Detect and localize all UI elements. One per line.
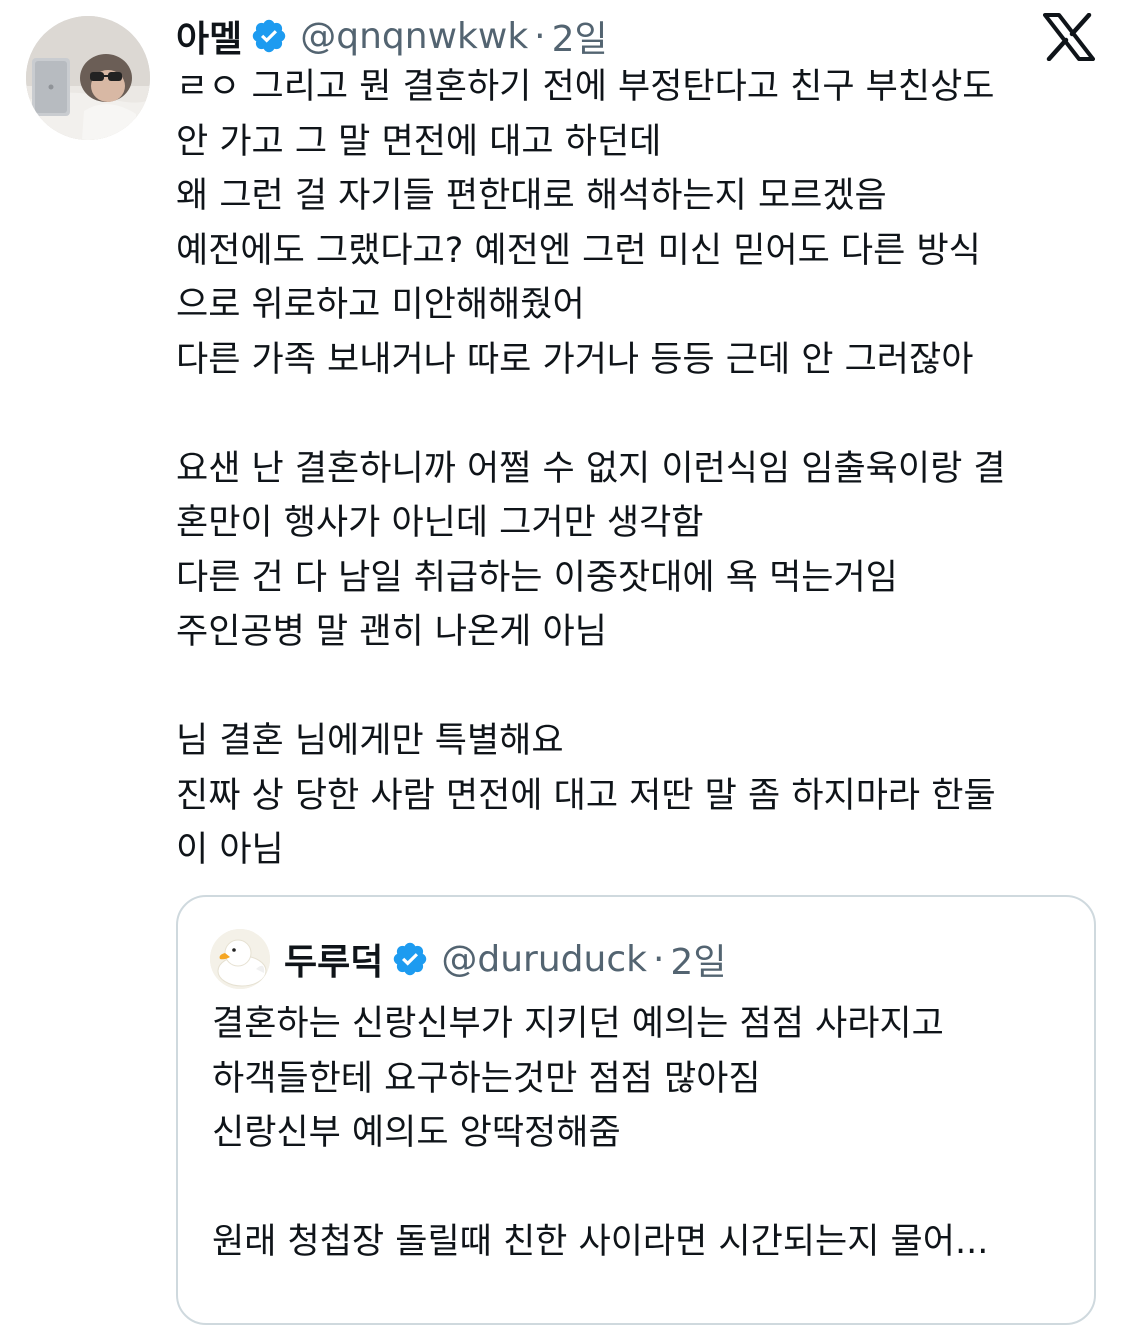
meta-separator: · (652, 938, 665, 980)
quoted-tweet-text: 결혼하는 신랑신부가 지키던 예의는 점점 사라지고 하객들한테 요구하는것만 … (212, 997, 1072, 1270)
quoted-tweet-card[interactable]: 두루덕 @duruduck · 2일 결혼하는 신랑신부가 지키던 예의는 점점… (176, 895, 1096, 1325)
tweet-text-line: ㄹㅇ 그리고 뭔 결혼하기 전에 부정탄다고 친구 부친상도 (176, 67, 995, 107)
x-logo-icon (1043, 12, 1095, 62)
quoted-text-line: 신랑신부 예의도 앙딱정해줌 (212, 1113, 621, 1153)
quoted-text-line: 원래 청첩장 돌릴때 친한 사이라면 시간되는지 물어... (212, 1222, 989, 1262)
quoted-text-line: 하객들한테 요구하는것만 점점 많아짐 (212, 1058, 761, 1099)
tweet-text-line: 진짜 상 당한 사람 면전에 대고 저딴 말 좀 하지마라 한둘 (176, 775, 996, 816)
verified-badge-icon (391, 940, 429, 978)
tweet-header: 아멜 @qnqnwkwk · 2일 (176, 8, 608, 64)
author-name[interactable]: 아멜 (176, 10, 242, 62)
quoted-text-line: 결혼하는 신랑신부가 지키던 예의는 점점 사라지고 (212, 1004, 944, 1044)
quoted-text-line (212, 1161, 1072, 1216)
tweet-timestamp[interactable]: 2일 (552, 10, 608, 62)
author-avatar[interactable] (26, 16, 150, 140)
tweet-text: ㄹㅇ 그리고 뭔 결혼하기 전에 부정탄다고 친구 부친상도 안 가고 그 말 … (176, 60, 1101, 878)
tweet-text-line: 다른 가족 보내거나 따로 가거나 등등 근데 안 그러잖아 (176, 339, 974, 380)
tweet-text-line: 왜 그런 걸 자기들 편한대로 해석하는지 모르겠음 (176, 176, 887, 216)
tweet-text-line: 님 결혼 님에게만 특별해요 (176, 721, 564, 761)
quoted-author-name[interactable]: 두루덕 (284, 933, 383, 985)
verified-badge-icon (250, 17, 288, 55)
tweet-text-line: 혼만이 행사가 아닌데 그거만 생각함 (176, 503, 704, 543)
meta-separator: · (534, 15, 546, 57)
tweet-text-line: 다른 건 다 남일 취급하는 이중잣대에 욕 먹는거임 (176, 557, 898, 598)
quoted-author-avatar[interactable] (210, 929, 270, 989)
tweet-text-line: 이 아님 (176, 830, 284, 870)
avatar-photo (26, 16, 150, 140)
tweet-text-line: 주인공병 말 괜히 나온게 아님 (176, 612, 607, 652)
tweet-text-line (176, 387, 1101, 442)
tweet-text-line (176, 660, 1101, 715)
quoted-author-handle[interactable]: @duruduck (441, 939, 647, 980)
quoted-tweet-header: 두루덕 @duruduck · 2일 (210, 929, 726, 989)
tweet-text-line: 예전에도 그랬다고? 예전엔 그런 미신 믿어도 다른 방식 (176, 230, 981, 271)
duck-icon (210, 929, 270, 989)
tweet-text-line: 으로 위로하고 미안해해줬어 (176, 285, 585, 325)
tweet-text-line: 요샌 난 결혼하니까 어쩔 수 없지 이런식임 임출육이랑 결 (176, 448, 1006, 489)
tweet-text-line: 안 가고 그 말 면전에 대고 하던데 (176, 121, 662, 162)
author-handle[interactable]: @qnqnwkwk (300, 16, 528, 57)
quoted-tweet-timestamp[interactable]: 2일 (670, 933, 726, 985)
